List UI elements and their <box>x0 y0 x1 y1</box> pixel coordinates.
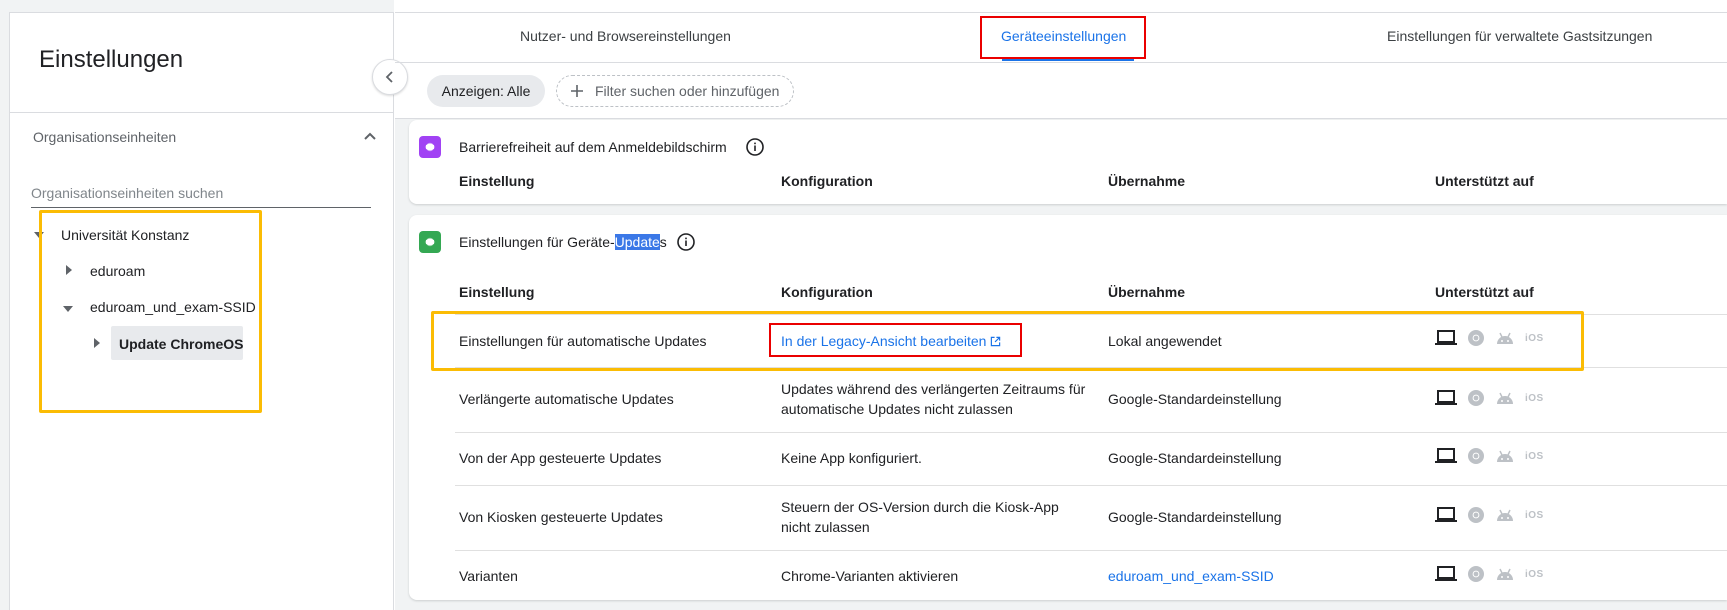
row-setting[interactable]: Von der App gesteuerte Updates <box>459 448 661 468</box>
text-selection-highlight: Update <box>614 234 660 250</box>
laptop-icon <box>1435 566 1457 581</box>
row-inheritance: Google-Standardeinstellung <box>1108 391 1282 407</box>
chrome-icon <box>1468 566 1484 582</box>
org-units-label: Organisationseinheiten <box>33 129 177 145</box>
platform-icons: iOS <box>1435 447 1544 465</box>
row-inheritance: Google-Standardeinstellung <box>1108 509 1282 525</box>
android-icon <box>1497 568 1513 580</box>
column-header-inheritance: Übernahme <box>1108 284 1186 300</box>
row-config: Chrome-Varianten aktivieren <box>781 568 959 584</box>
row-divider <box>455 432 1727 433</box>
laptop-icon <box>1435 507 1457 522</box>
section-title-accessibility: Barrierefreiheit auf dem Anmeldebildschi… <box>459 139 727 155</box>
settings-card-accessibility <box>409 120 1727 204</box>
chrome-icon <box>1468 390 1484 406</box>
column-header-supported: Unterstützt auf <box>1435 173 1534 189</box>
show-all-chip[interactable]: Anzeigen: Alle <box>427 75 545 107</box>
row-setting[interactable]: Von Kiosken gesteuerte Updates <box>459 507 663 527</box>
android-icon <box>1497 450 1513 462</box>
section-title-device-updates: Einstellungen für Geräte-Updates <box>459 234 667 250</box>
column-header-setting: Einstellung <box>459 173 535 189</box>
gear-icon <box>419 231 441 253</box>
platform-icons: iOS <box>1435 506 1544 524</box>
ios-icon: iOS <box>1525 568 1544 580</box>
column-header-config: Konfiguration <box>781 284 873 300</box>
row-divider <box>455 550 1727 551</box>
chevron-up-icon[interactable] <box>360 126 380 146</box>
chrome-icon <box>1468 448 1484 464</box>
ios-icon: iOS <box>1525 509 1544 521</box>
row-config: Updates während des verlängerten Zeitrau… <box>781 381 1086 417</box>
plus-icon <box>571 85 583 97</box>
android-icon <box>1497 392 1513 404</box>
column-header-supported: Unterstützt auf <box>1435 284 1534 300</box>
collapse-sidebar-button[interactable] <box>372 59 408 95</box>
info-icon[interactable] <box>746 138 764 156</box>
column-header-setting: Einstellung <box>459 284 535 300</box>
filter-placeholder: Filter suchen oder hinzufügen <box>595 83 780 99</box>
chrome-icon <box>1468 507 1484 523</box>
laptop-icon <box>1435 448 1457 463</box>
filter-input[interactable]: Filter suchen oder hinzufügen <box>556 75 794 107</box>
column-header-inheritance: Übernahme <box>1108 173 1186 189</box>
platform-icons: iOS <box>1435 565 1544 583</box>
row-divider <box>455 485 1727 486</box>
divider <box>9 112 394 113</box>
row-setting[interactable]: Verlängerte automatische Updates <box>459 389 674 409</box>
row-inheritance: Google-Standardeinstellung <box>1108 450 1282 466</box>
ios-icon: iOS <box>1525 450 1544 462</box>
annotation-highlight-box <box>39 210 262 413</box>
divider <box>395 62 1727 63</box>
gear-icon <box>419 136 441 158</box>
search-underline <box>31 207 371 208</box>
tab-user-browser[interactable]: Nutzer- und Browsereinstellungen <box>520 28 731 44</box>
android-icon <box>1497 509 1513 521</box>
tab-guest-sessions[interactable]: Einstellungen für verwaltete Gastsitzung… <box>1387 28 1652 44</box>
platform-icons: iOS <box>1435 389 1544 407</box>
annotation-highlight-box <box>980 16 1146 59</box>
column-header-config: Konfiguration <box>781 173 873 189</box>
section-title-prefix: Einstellungen für Geräte- <box>459 234 615 250</box>
row-config: Keine App konfiguriert. <box>781 450 922 466</box>
chevron-left-icon <box>385 71 393 83</box>
org-unit-search-input[interactable]: Organisationseinheiten suchen <box>31 185 223 201</box>
divider <box>395 12 1727 13</box>
ios-icon: iOS <box>1525 392 1544 404</box>
row-setting[interactable]: Varianten <box>459 566 518 586</box>
section-title-suffix: s <box>659 234 667 250</box>
row-config: Steuern der OS-Version durch die Kiosk-A… <box>781 499 1059 535</box>
info-icon[interactable] <box>677 233 695 251</box>
annotation-highlight-box <box>769 323 1022 357</box>
laptop-icon <box>1435 390 1457 405</box>
inheritance-link[interactable]: eduroam_und_exam-SSID <box>1108 566 1274 586</box>
sidebar-title: Einstellungen <box>39 46 184 73</box>
